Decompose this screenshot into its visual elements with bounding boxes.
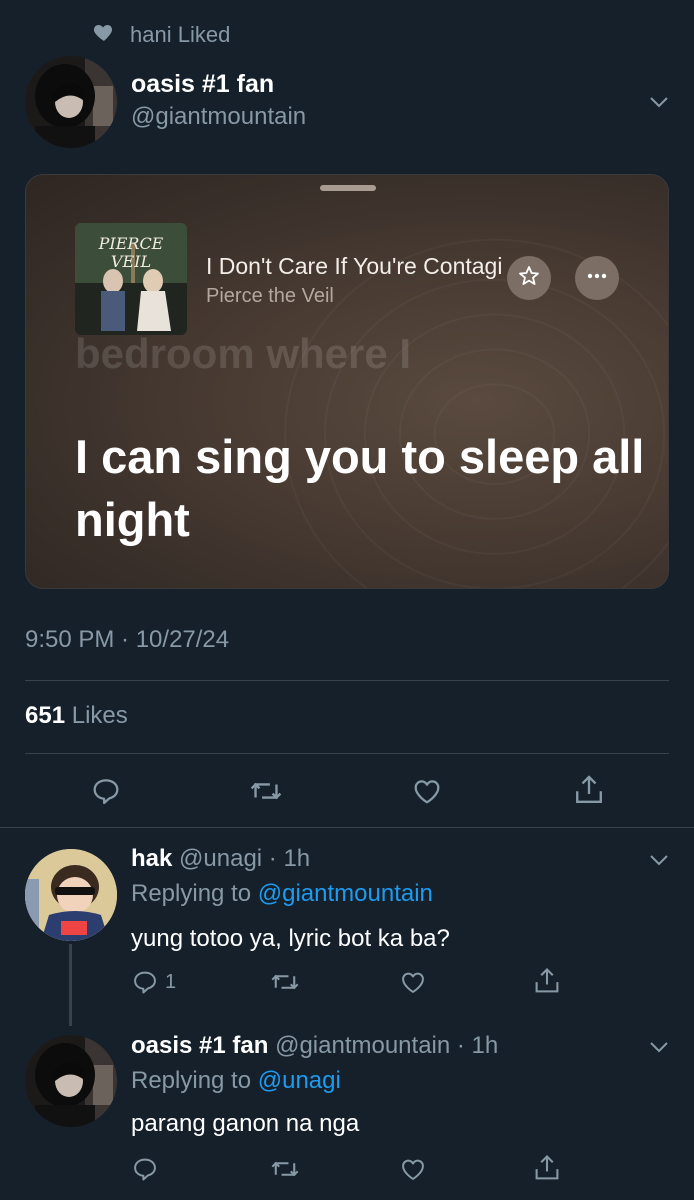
chevron-down-icon[interactable] (647, 1035, 671, 1059)
reply-author[interactable]: hak @unagi · 1h (131, 845, 310, 873)
like-icon (399, 1155, 427, 1183)
share-icon (573, 773, 605, 807)
avatar[interactable] (25, 56, 117, 148)
divider (25, 753, 669, 754)
favorite-button[interactable] (507, 256, 551, 300)
author-name[interactable]: oasis #1 fan (131, 70, 274, 99)
card-grabber[interactable] (320, 185, 376, 191)
tweet-timestamp[interactable]: 9:50 PM · 10/27/24 (25, 626, 229, 654)
music-card[interactable]: PIERCE VEIL I Don't Care If You're Conta… (25, 174, 669, 589)
replying-prefix: Replying to (131, 880, 252, 907)
reply-author-name: hak (131, 845, 173, 872)
retweet-icon (249, 775, 283, 807)
previous-lyric-line: bedroom where I (75, 330, 412, 372)
reply-icon (131, 968, 159, 996)
reply-author[interactable]: oasis #1 fan @giantmountain · 1h (131, 1032, 498, 1060)
reply-button[interactable] (90, 775, 122, 807)
likes-label: Likes (71, 702, 128, 729)
share-icon (533, 966, 561, 996)
replying-to: Replying to @giantmountain (131, 880, 433, 908)
reply-text: parang ganon na nga (131, 1110, 360, 1137)
share-button[interactable] (533, 966, 561, 996)
reply-text: yung totoo ya, lyric bot ka ba? (131, 925, 450, 952)
retweet-icon (270, 968, 300, 996)
reply-icon (131, 1155, 159, 1183)
divider (0, 827, 694, 828)
star-icon (517, 264, 541, 293)
like-button[interactable] (399, 1155, 427, 1183)
reply-time: · 1h (456, 1032, 499, 1059)
avatar[interactable] (25, 849, 117, 941)
like-icon (411, 775, 443, 807)
replying-to-link[interactable]: @unagi (258, 1067, 341, 1094)
replying-to: Replying to @unagi (131, 1067, 341, 1095)
song-artist: Pierce the Veil (206, 285, 334, 307)
retweet-button[interactable] (270, 968, 300, 996)
more-options-button[interactable] (575, 256, 619, 300)
replying-to-link[interactable]: @giantmountain (258, 880, 433, 907)
retweet-icon (270, 1155, 300, 1183)
reply-icon (90, 775, 122, 807)
replying-prefix: Replying to (131, 1067, 252, 1094)
retweet-button[interactable] (249, 775, 283, 807)
reply-time: · 1h (268, 845, 311, 872)
chevron-down-icon[interactable] (647, 848, 671, 872)
more-icon (585, 264, 609, 293)
share-button[interactable] (533, 1153, 561, 1183)
reply-button[interactable]: 1 (131, 968, 176, 996)
current-lyric-line: I can sing you to sleep all night (75, 430, 645, 546)
divider (25, 680, 669, 681)
album-art: PIERCE VEIL (75, 223, 187, 335)
author-handle[interactable]: @giantmountain (131, 103, 306, 131)
song-title: I Don't Care If You're Contagious (206, 253, 502, 279)
social-context[interactable]: hani Liked (92, 20, 230, 50)
reply-button[interactable] (131, 1155, 159, 1183)
reply-count: 1 (165, 970, 177, 993)
chevron-down-icon[interactable] (647, 90, 671, 114)
like-button[interactable] (411, 775, 443, 807)
like-icon (399, 968, 427, 996)
reply-author-handle: @giantmountain (275, 1032, 451, 1059)
likes-count: 651 (25, 702, 66, 729)
like-button[interactable] (399, 968, 427, 996)
avatar[interactable] (25, 1035, 117, 1127)
reply-author-handle: @unagi (179, 845, 263, 872)
retweet-button[interactable] (270, 1155, 300, 1183)
reply-author-name: oasis #1 fan (131, 1032, 269, 1059)
svg-text:VEIL: VEIL (111, 252, 151, 271)
thread-line (69, 944, 72, 1026)
likes-summary[interactable]: 651 Likes (25, 702, 128, 730)
heart-icon (92, 20, 116, 50)
share-button[interactable] (573, 773, 605, 807)
share-icon (533, 1153, 561, 1183)
album-logo-text: PIERCE (98, 234, 164, 253)
social-context-text: hani Liked (130, 22, 231, 47)
